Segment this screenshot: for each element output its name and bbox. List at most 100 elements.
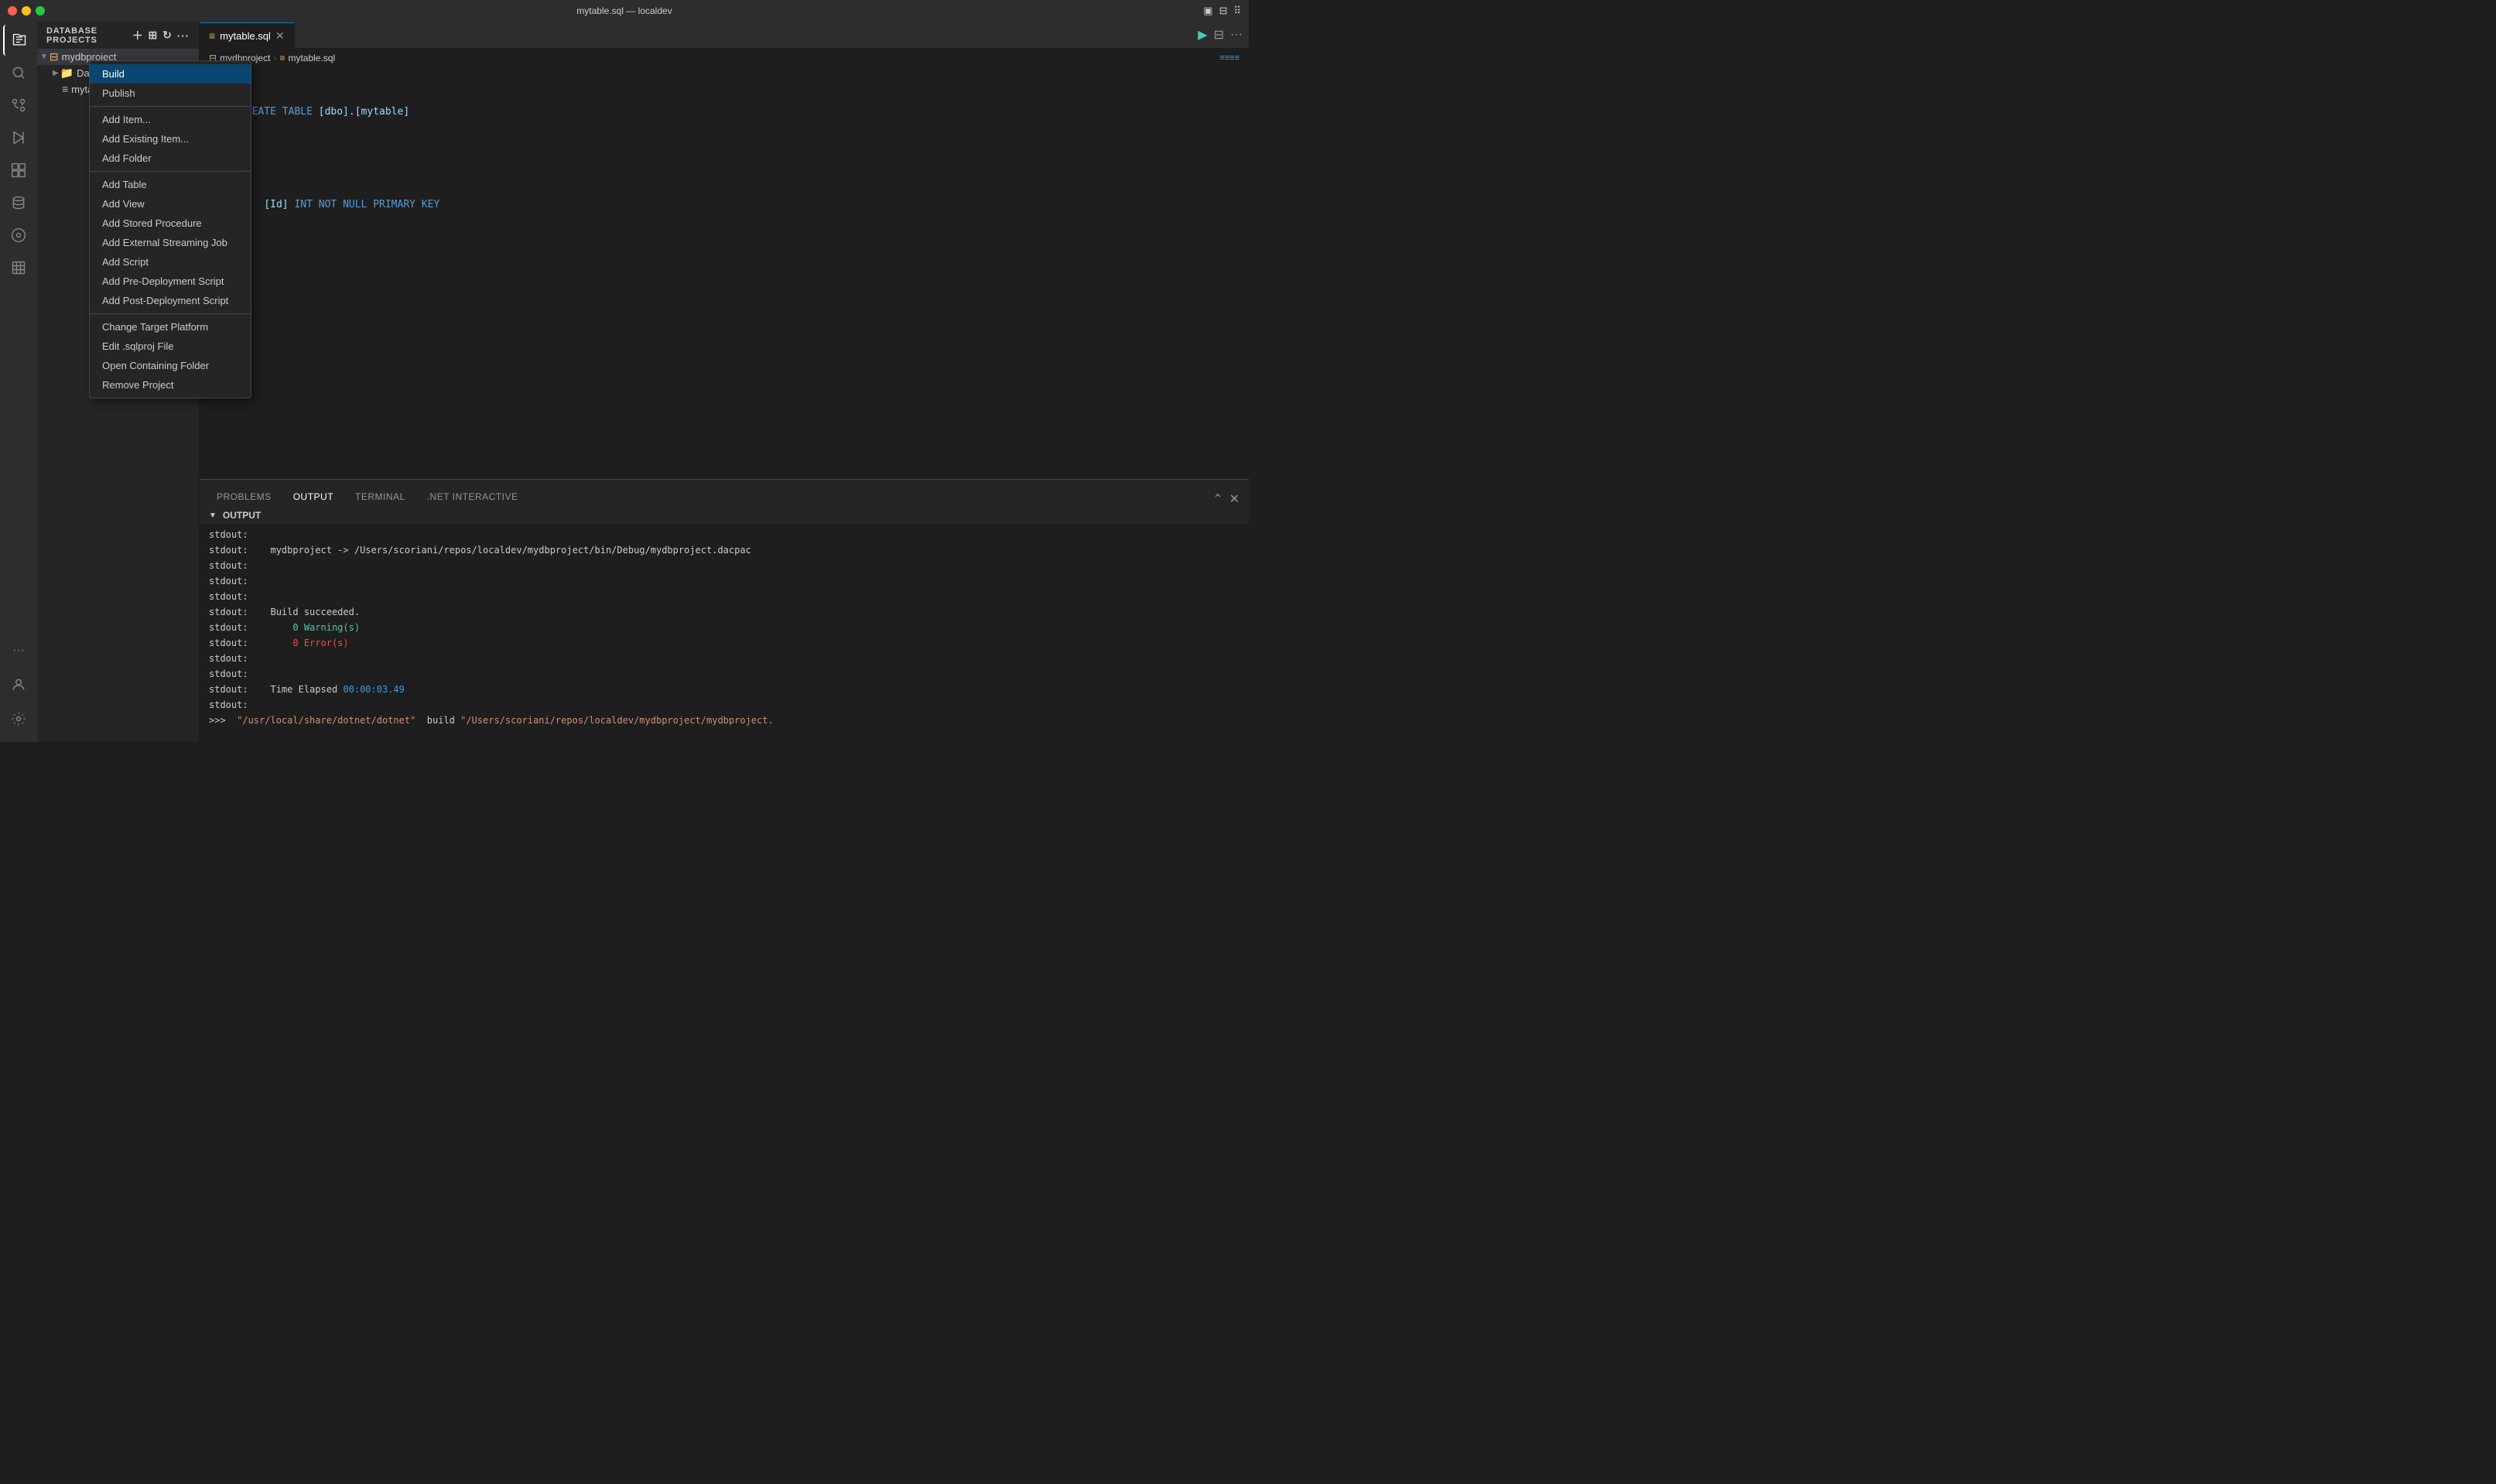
more-activity-icon[interactable]: ··· <box>3 635 34 666</box>
settings-activity-icon[interactable] <box>3 703 34 734</box>
output-section-header: ▼ OUTPUT <box>200 507 1249 524</box>
sidebar-header-icons: ＋ ⊞ ↻ ··· <box>132 28 190 43</box>
file-breadcrumb-icon: ≡ <box>279 53 285 63</box>
menu-item-add-pre-deployment[interactable]: Add Pre-Deployment Script <box>90 272 251 291</box>
editor-tab-mytable[interactable]: ≡ mytable.sql ✕ <box>200 22 295 48</box>
menu-item-add-script[interactable]: Add Script <box>90 252 251 272</box>
panel-maximize-icon[interactable]: ⌃ <box>1212 491 1222 507</box>
menu-item-add-view[interactable]: Add View <box>90 194 251 214</box>
database-activity-icon[interactable] <box>3 187 34 218</box>
menu-separator-2 <box>90 171 251 172</box>
output-line-13: >>> "/usr/local/share/dotnet/dotnet" bui… <box>209 713 1239 728</box>
output-line-4: stdout: <box>209 573 1239 589</box>
git-activity-icon[interactable] <box>3 220 34 251</box>
tab-net-interactive[interactable]: .NET INTERACTIVE <box>416 487 529 508</box>
table-activity-icon[interactable] <box>3 252 34 283</box>
code-editor[interactable]: 1 2 3 4 5 CREATE TABLE [dbo].[mytable] (… <box>200 67 1249 479</box>
menu-separator-3 <box>90 313 251 314</box>
output-line-2: stdout: mydbproject -> /Users/scoriani/r… <box>209 542 1239 558</box>
output-line-10: stdout: <box>209 666 1239 682</box>
tab-close-button[interactable]: ✕ <box>275 29 285 43</box>
maximize-button[interactable] <box>36 6 45 15</box>
open-folder-icon[interactable]: ⊞ <box>149 29 159 42</box>
source-control-activity-icon[interactable] <box>3 90 34 121</box>
sql-file-icon: ≡ <box>62 83 68 95</box>
output-line-6: stdout: Build succeeded. <box>209 604 1239 620</box>
output-line-9: stdout: <box>209 651 1239 666</box>
menu-item-add-external-streaming-job[interactable]: Add External Streaming Job <box>90 233 251 252</box>
panel-tabs: PROBLEMS OUTPUT TERMINAL .NET INTERACTIV… <box>200 480 1249 507</box>
code-content[interactable]: CREATE TABLE [dbo].[mytable] ( [Id] INT … <box>231 67 1249 479</box>
menu-item-add-existing-item[interactable]: Add Existing Item... <box>90 129 251 149</box>
window-title: mytable.sql — localdev <box>576 5 672 16</box>
code-line-2: ( <box>240 151 1249 166</box>
tab-label: mytable.sql <box>220 30 271 42</box>
menu-item-publish[interactable]: Publish <box>90 84 251 103</box>
minimap-toggle[interactable]: ≡≡≡≡ <box>1219 53 1239 63</box>
menu-item-add-post-deployment[interactable]: Add Post-Deployment Script <box>90 291 251 310</box>
account-activity-icon[interactable] <box>3 669 34 700</box>
bottom-panel: PROBLEMS OUTPUT TERMINAL .NET INTERACTIV… <box>200 479 1249 742</box>
run-button[interactable]: ▶ <box>1198 27 1207 43</box>
more-options-icon[interactable]: ··· <box>177 29 190 42</box>
menu-item-open-containing-folder[interactable]: Open Containing Folder <box>90 356 251 375</box>
extensions-activity-icon[interactable] <box>3 155 34 186</box>
output-label: OUTPUT <box>223 510 261 521</box>
code-line-1: CREATE TABLE [dbo].[mytable] <box>240 104 1249 120</box>
more-icon[interactable]: ⠿ <box>1233 5 1241 17</box>
output-content[interactable]: stdout: stdout: mydbproject -> /Users/sc… <box>200 524 1249 742</box>
minimize-button[interactable] <box>22 6 31 15</box>
panel-tab-actions: ⌃ ✕ <box>1212 491 1243 507</box>
breadcrumb: ⊟ mydbproject › ≡ mytable.sql ≡≡≡≡ <box>200 49 1249 67</box>
output-line-7: stdout: 0 Warning(s) <box>209 620 1239 635</box>
breadcrumb-sep: › <box>273 53 276 63</box>
tab-terminal[interactable]: TERMINAL <box>344 487 416 508</box>
project-icon: ⊟ <box>50 50 59 63</box>
sidebar-header: Database Projects ＋ ⊞ ↻ ··· <box>37 22 199 49</box>
sidebar-toggle-icon[interactable]: ▣ <box>1203 5 1212 17</box>
code-line-4: ) <box>240 244 1249 259</box>
menu-item-add-table[interactable]: Add Table <box>90 175 251 194</box>
add-icon[interactable]: ＋ <box>132 28 144 43</box>
tab-problems[interactable]: PROBLEMS <box>206 487 282 508</box>
layout-icon[interactable]: ⊟ <box>1219 5 1228 17</box>
chevron-down-icon: ▼ <box>40 53 48 61</box>
sidebar: Database Projects ＋ ⊞ ↻ ··· ▼ ⊟ mydbproj… <box>37 22 200 742</box>
chevron-right-icon: ▶ <box>53 69 59 77</box>
output-line-1: stdout: <box>209 527 1239 542</box>
close-button[interactable] <box>8 6 17 15</box>
menu-separator-1 <box>90 106 251 107</box>
split-editor-icon[interactable]: ⊟ <box>1214 27 1224 43</box>
tab-bar-actions: ▶ ⊟ ··· <box>1198 22 1249 48</box>
menu-item-edit-sqlproj[interactable]: Edit .sqlproj File <box>90 337 251 356</box>
panel-close-icon[interactable]: ✕ <box>1229 491 1239 507</box>
output-line-12: stdout: <box>209 697 1239 713</box>
run-activity-icon[interactable] <box>3 122 34 153</box>
output-line-11: stdout: Time Elapsed 00:00:03.49 <box>209 682 1239 697</box>
output-line-8: stdout: 0 Error(s) <box>209 635 1239 651</box>
output-line-5: stdout: <box>209 589 1239 604</box>
menu-item-add-folder[interactable]: Add Folder <box>90 149 251 168</box>
more-actions-icon[interactable]: ··· <box>1230 28 1243 42</box>
menu-item-build[interactable]: Build <box>90 64 251 84</box>
menu-item-add-item[interactable]: Add Item... <box>90 110 251 129</box>
code-line-5 <box>240 290 1249 306</box>
menu-item-change-target-platform[interactable]: Change Target Platform <box>90 317 251 337</box>
output-line-3: stdout: <box>209 558 1239 573</box>
files-activity-icon[interactable] <box>3 25 34 56</box>
output-chevron-icon: ▼ <box>209 511 217 520</box>
menu-item-add-stored-procedure[interactable]: Add Stored Procedure <box>90 214 251 233</box>
app-body: ··· Database Projects ＋ ⊞ ↻ ··· <box>0 22 1249 742</box>
tab-bar: ≡ mytable.sql ✕ ▶ ⊟ ··· <box>200 22 1249 49</box>
folder-icon: 📁 <box>60 67 74 80</box>
menu-item-remove-project[interactable]: Remove Project <box>90 375 251 395</box>
code-line-3: [Id] INT NOT NULL PRIMARY KEY <box>240 197 1249 213</box>
activity-bar-bottom: ··· <box>3 635 34 742</box>
breadcrumb-file[interactable]: ≡ mytable.sql <box>279 53 335 63</box>
tab-output[interactable]: OUTPUT <box>282 487 344 508</box>
editor-area: ≡ mytable.sql ✕ ▶ ⊟ ··· ⊟ mydbproject › … <box>200 22 1249 742</box>
refresh-icon[interactable]: ↻ <box>162 29 173 42</box>
search-activity-icon[interactable] <box>3 57 34 88</box>
titlebar: mytable.sql — localdev ▣ ⊟ ⠿ <box>0 0 1249 22</box>
context-menu: Build Publish Add Item... Add Existing I… <box>89 60 251 398</box>
